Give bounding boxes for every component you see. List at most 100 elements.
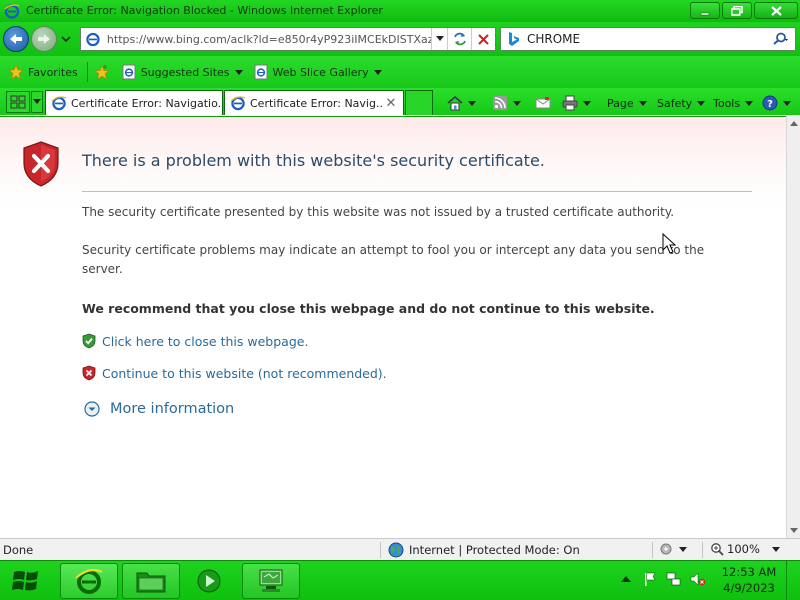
web-slice-gallery-label: Web Slice Gallery	[272, 65, 369, 79]
chevron-down-icon	[33, 99, 41, 104]
continue-to-website-link[interactable]: Continue to this website (not recommende…	[82, 365, 387, 381]
media-player-icon	[197, 569, 221, 593]
taskbar-media-player[interactable]	[184, 563, 234, 599]
chevron-down-icon	[61, 36, 71, 43]
taskbar-network[interactable]	[242, 563, 300, 599]
tab-certificate-error-1[interactable]: Certificate Error: Navigatio...	[45, 90, 223, 115]
status-text: Done	[3, 543, 34, 557]
tools-menu[interactable]: Tools	[713, 93, 754, 113]
print-icon	[562, 95, 578, 111]
scroll-up-icon[interactable]	[790, 121, 798, 126]
address-dropdown[interactable]	[431, 28, 447, 50]
error-description: The security certificate presented by th…	[82, 205, 675, 219]
back-arrow-icon	[10, 34, 22, 44]
add-favorite-icon	[93, 65, 110, 80]
chevron-down-circle-icon	[84, 401, 100, 417]
search-button[interactable]	[765, 28, 795, 50]
system-tray	[618, 571, 706, 587]
taskbar-file-explorer[interactable]	[122, 563, 180, 599]
taskbar: 12:53 AM 4/9/2023	[0, 560, 800, 600]
recent-pages-dropdown[interactable]	[59, 32, 73, 46]
quick-tabs-icon	[10, 95, 26, 109]
feeds-button[interactable]	[492, 93, 521, 113]
print-button[interactable]	[562, 93, 591, 113]
stop-icon	[478, 33, 489, 45]
page-content: There is a problem with this website's s…	[0, 116, 786, 538]
chevron-down-icon	[638, 100, 647, 106]
suggested-sites-label: Suggested Sites	[140, 65, 230, 79]
chevron-down-icon	[234, 69, 243, 75]
forward-button[interactable]	[31, 26, 57, 52]
error-warning: Security certificate problems may indica…	[82, 243, 705, 276]
chevron-down-icon	[513, 100, 521, 106]
scroll-down-icon[interactable]	[790, 528, 798, 533]
show-desktop-button[interactable]	[786, 561, 800, 600]
quick-tabs-button[interactable]	[6, 91, 30, 113]
url-input[interactable]	[106, 32, 432, 46]
read-mail-button[interactable]	[535, 93, 551, 113]
continue-label: Continue to this website (not recommende…	[102, 365, 387, 381]
safety-menu[interactable]: Safety	[657, 93, 706, 113]
home-icon	[447, 96, 463, 111]
more-information-toggle[interactable]: More information	[84, 401, 234, 417]
folder-icon	[136, 572, 166, 593]
protected-mode-button[interactable]	[660, 542, 687, 556]
recommendation-text: We recommend that you close this webpage…	[82, 301, 655, 316]
favorites-button[interactable]: Favorites	[3, 60, 83, 84]
ie-page-icon	[122, 64, 136, 80]
system-clock[interactable]: 12:53 AM 4/9/2023	[716, 564, 782, 596]
vertical-scrollbar[interactable]	[786, 116, 800, 538]
add-to-favorites-bar-button[interactable]	[92, 60, 116, 84]
tab-list-dropdown[interactable]	[31, 91, 43, 113]
error-shield-icon	[23, 141, 59, 187]
close-window-button[interactable]	[754, 2, 798, 19]
tab-certificate-error-2[interactable]: Certificate Error: Navig... ✕	[224, 90, 404, 115]
refresh-icon	[453, 32, 466, 46]
network-status-icon[interactable]	[666, 571, 682, 587]
rss-icon	[493, 96, 507, 110]
tools-menu-label: Tools	[713, 96, 741, 110]
web-slice-gallery-button[interactable]: Web Slice Gallery	[248, 60, 387, 84]
suggested-sites-button[interactable]: Suggested Sites	[116, 60, 248, 84]
new-tab-button[interactable]	[405, 90, 433, 115]
title-bar: Certificate Error: Navigation Blocked - …	[0, 0, 800, 22]
show-hidden-icons-icon[interactable]	[618, 571, 634, 587]
network-icon	[259, 569, 283, 592]
security-zone[interactable]: Internet | Protected Mode: On	[388, 542, 580, 558]
mouse-cursor-icon	[662, 233, 676, 254]
ie-icon	[230, 96, 246, 111]
windows-logo-icon	[12, 571, 38, 591]
close-webpage-link[interactable]: Click here to close this webpage.	[82, 333, 308, 349]
ie-page-icon	[254, 64, 268, 80]
globe-icon	[388, 542, 404, 558]
start-button[interactable]	[4, 563, 48, 599]
stop-button[interactable]	[471, 28, 495, 50]
minimize-icon	[700, 12, 710, 15]
search-box	[500, 27, 796, 51]
bing-icon	[509, 32, 519, 46]
volume-muted-icon[interactable]	[690, 571, 706, 587]
window-controls	[690, 2, 798, 19]
ie-icon	[86, 32, 100, 47]
flag-icon[interactable]	[642, 571, 658, 587]
page-menu[interactable]: Page	[607, 93, 647, 113]
restore-button[interactable]	[722, 2, 752, 19]
help-button[interactable]: ?	[762, 93, 791, 113]
ie-icon	[4, 4, 20, 19]
close-icon	[770, 5, 782, 16]
refresh-button[interactable]	[447, 28, 471, 50]
search-icon	[773, 32, 788, 45]
chevron-down-icon	[745, 100, 754, 106]
status-separator	[702, 542, 703, 558]
chevron-down-icon	[435, 36, 444, 41]
zoom-control[interactable]: 100%	[710, 542, 780, 556]
search-input[interactable]	[527, 32, 765, 46]
home-button[interactable]	[447, 93, 476, 113]
status-separator	[380, 542, 381, 558]
close-tab-icon[interactable]: ✕	[383, 96, 399, 111]
back-button[interactable]	[3, 26, 29, 52]
minimize-button[interactable]	[690, 2, 720, 19]
taskbar-internet-explorer[interactable]	[60, 563, 118, 599]
chevron-down-icon	[679, 546, 687, 552]
favorites-bar: Favorites Suggested Sites Web Slice Gall…	[0, 56, 800, 88]
